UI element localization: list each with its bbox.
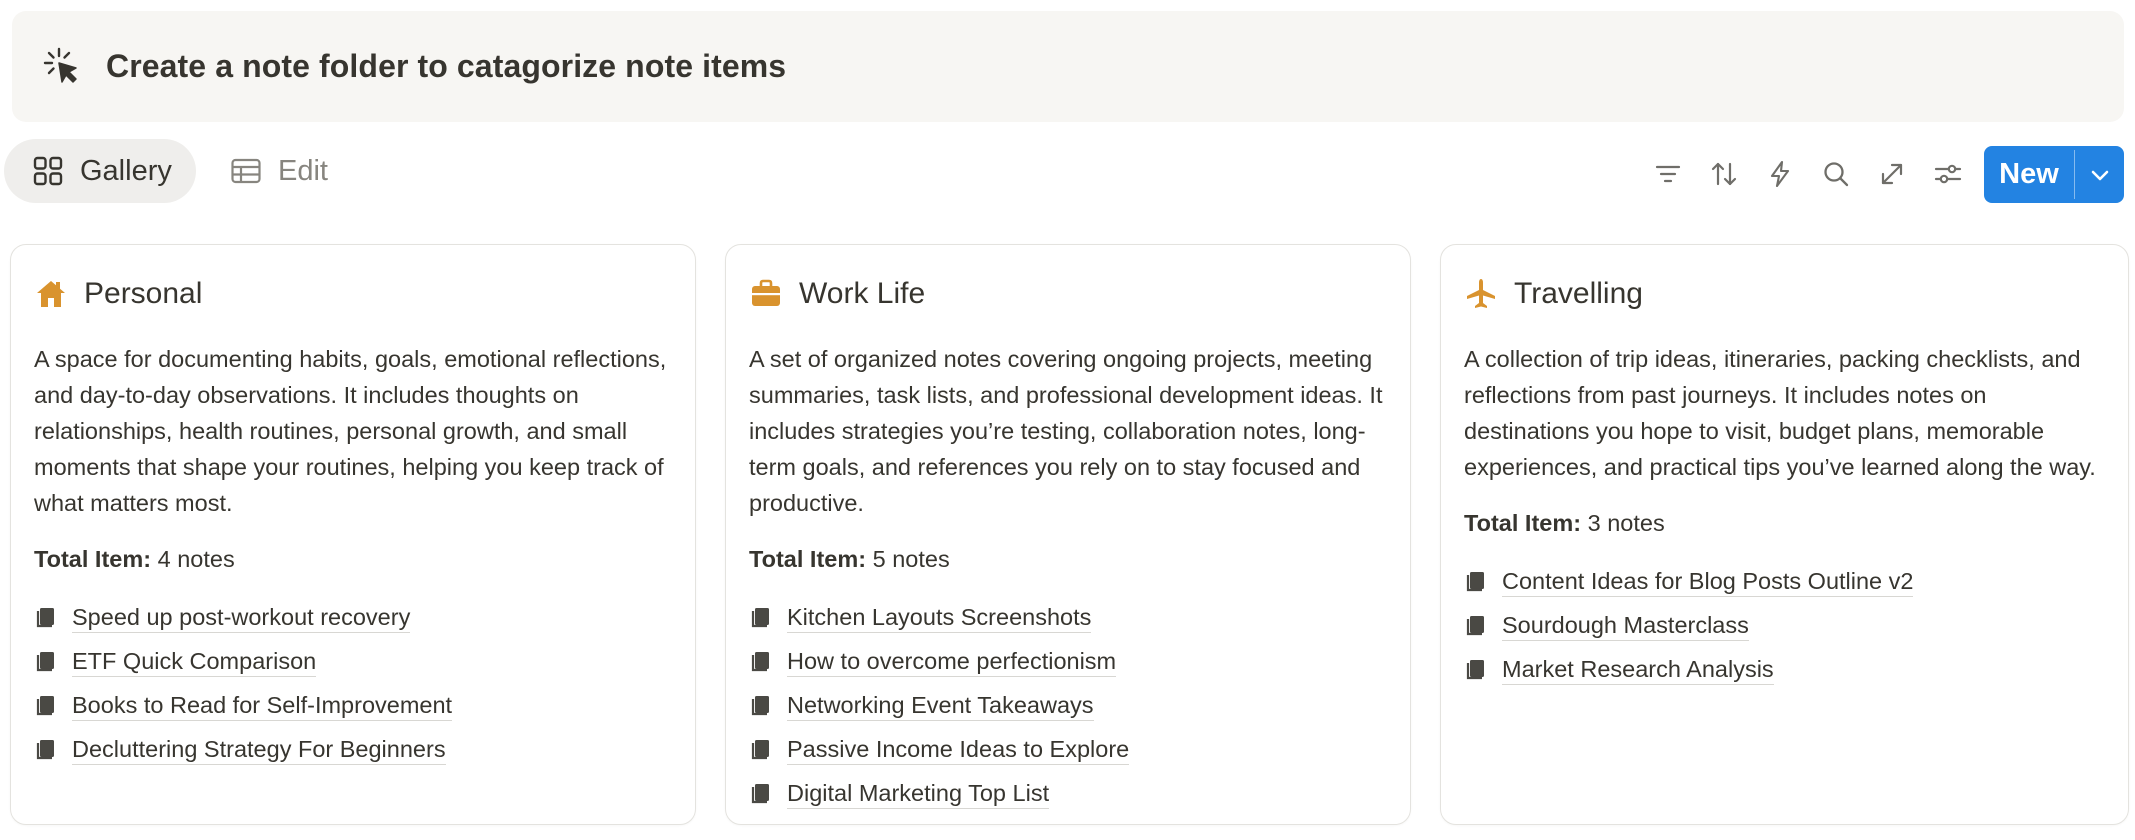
total-value: 5 notes	[872, 546, 950, 572]
card-total: Total Item: 3 notes	[1464, 505, 2104, 541]
grid-icon	[32, 154, 64, 188]
book-icon	[749, 649, 773, 673]
card-total: Total Item: 5 notes	[749, 541, 1386, 577]
card-header: Travelling	[1464, 269, 2104, 319]
table-icon	[230, 154, 262, 188]
note-list: Content Ideas for Blog Posts Outline v2 …	[1464, 559, 2104, 691]
airplane-icon	[1464, 277, 1498, 311]
card-description: A collection of trip ideas, itineraries,…	[1464, 346, 2096, 480]
book-icon	[749, 693, 773, 717]
note-item[interactable]: Decluttering Strategy For Beginners	[34, 727, 671, 771]
note-link[interactable]: Speed up post-workout recovery	[72, 602, 411, 633]
view-toolbar: Gallery Edit New	[0, 132, 2135, 208]
book-icon	[749, 781, 773, 805]
expand-icon[interactable]	[1864, 146, 1920, 202]
note-item[interactable]: Kitchen Layouts Screenshots	[749, 595, 1386, 639]
book-icon	[34, 737, 58, 761]
book-icon	[34, 693, 58, 717]
note-link[interactable]: How to overcome perfectionism	[787, 646, 1117, 677]
toolbar-actions	[1640, 146, 1976, 202]
note-item[interactable]: Digital Marketing Top List	[749, 771, 1386, 815]
note-item[interactable]: Content Ideas for Blog Posts Outline v2	[1464, 559, 2104, 603]
card-title: Travelling	[1514, 277, 1643, 310]
book-icon	[749, 737, 773, 761]
total-label: Total Item:	[1464, 510, 1582, 536]
book-icon	[1464, 613, 1488, 637]
note-link[interactable]: Passive Income Ideas to Explore	[787, 734, 1130, 765]
note-link[interactable]: Digital Marketing Top List	[787, 778, 1050, 809]
total-label: Total Item:	[749, 546, 867, 572]
page-title: Create a note folder to catagorize note …	[106, 48, 787, 84]
note-item[interactable]: Market Research Analysis	[1464, 647, 2104, 691]
new-button[interactable]: New	[1984, 146, 2124, 203]
tab-edit[interactable]: Edit	[202, 139, 352, 203]
click-cursor-icon	[38, 42, 88, 92]
search-icon[interactable]	[1808, 146, 1864, 202]
book-icon	[1464, 569, 1488, 593]
note-link[interactable]: ETF Quick Comparison	[72, 646, 317, 677]
card-description: A set of organized notes covering ongoin…	[749, 346, 1383, 516]
sort-icon[interactable]	[1696, 146, 1752, 202]
note-link[interactable]: Sourdough Masterclass	[1502, 610, 1749, 641]
note-item[interactable]: Networking Event Takeaways	[749, 683, 1386, 727]
card-total: Total Item: 4 notes	[34, 541, 671, 577]
folder-card-personal[interactable]: Personal A space for documenting habits,…	[10, 244, 696, 825]
book-icon	[1464, 657, 1488, 681]
note-link[interactable]: Books to Read for Self-Improvement	[72, 690, 453, 721]
folder-card-work-life[interactable]: Work Life A set of organized notes cover…	[725, 244, 1411, 825]
total-value: 3 notes	[1587, 510, 1665, 536]
card-title: Personal	[84, 277, 203, 310]
note-link[interactable]: Decluttering Strategy For Beginners	[72, 734, 446, 765]
note-link[interactable]: Content Ideas for Blog Posts Outline v2	[1502, 566, 1914, 597]
tab-gallery-label: Gallery	[80, 154, 172, 187]
note-item[interactable]: Speed up post-workout recovery	[34, 595, 671, 639]
book-icon	[34, 605, 58, 629]
house-icon	[34, 277, 68, 311]
note-item[interactable]: How to overcome perfectionism	[749, 639, 1386, 683]
folder-card-travelling[interactable]: Travelling A collection of trip ideas, i…	[1440, 244, 2129, 825]
tab-gallery[interactable]: Gallery	[4, 139, 196, 203]
new-button-label[interactable]: New	[1984, 146, 2074, 203]
note-link[interactable]: Kitchen Layouts Screenshots	[787, 602, 1092, 633]
total-value: 4 notes	[157, 546, 235, 572]
chevron-down-icon[interactable]	[2075, 146, 2124, 203]
card-description: A space for documenting habits, goals, e…	[34, 346, 667, 516]
book-icon	[34, 649, 58, 673]
note-link[interactable]: Networking Event Takeaways	[787, 690, 1094, 721]
book-icon	[749, 605, 773, 629]
lightning-icon[interactable]	[1752, 146, 1808, 202]
note-list: Speed up post-workout recovery ETF Quick…	[34, 595, 671, 771]
page-banner: Create a note folder to catagorize note …	[12, 11, 2124, 122]
settings-sliders-icon[interactable]	[1920, 146, 1976, 202]
note-item[interactable]: Books to Read for Self-Improvement	[34, 683, 671, 727]
note-list: Kitchen Layouts Screenshots How to overc…	[749, 595, 1386, 815]
total-label: Total Item:	[34, 546, 152, 572]
gallery-cards: Personal A space for documenting habits,…	[10, 244, 2129, 825]
note-item[interactable]: Passive Income Ideas to Explore	[749, 727, 1386, 771]
note-item[interactable]: ETF Quick Comparison	[34, 639, 671, 683]
note-link[interactable]: Market Research Analysis	[1502, 654, 1774, 685]
card-header: Work Life	[749, 269, 1386, 319]
card-title: Work Life	[799, 277, 926, 310]
tab-edit-label: Edit	[278, 154, 328, 187]
filter-icon[interactable]	[1640, 146, 1696, 202]
briefcase-icon	[749, 277, 783, 311]
note-item[interactable]: Sourdough Masterclass	[1464, 603, 2104, 647]
card-header: Personal	[34, 269, 671, 319]
